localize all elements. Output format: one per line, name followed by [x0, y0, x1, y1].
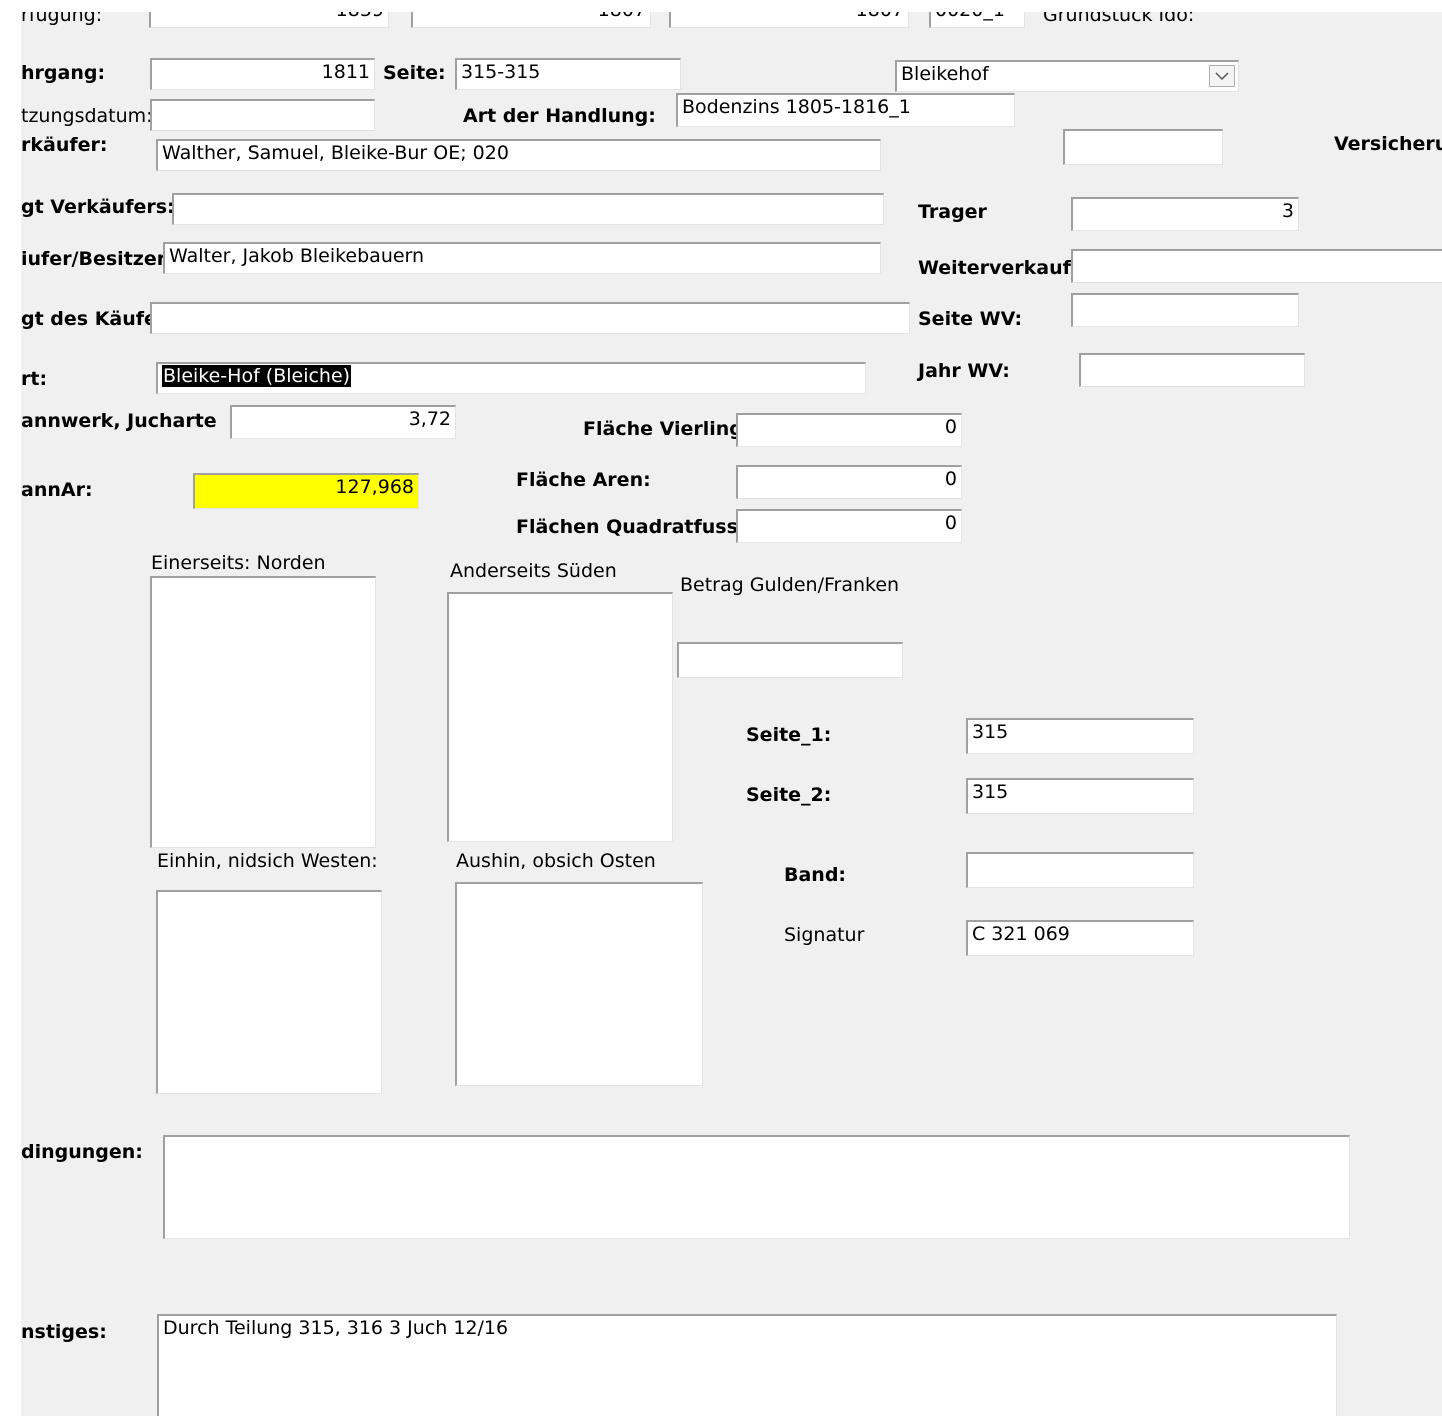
- trager-field[interactable]: 3: [1071, 197, 1299, 231]
- top-field-2[interactable]: 1807: [411, 12, 651, 28]
- form-canvas: rfügung: 1859 1807 1807 0020_1 Grundstüc…: [21, 12, 1442, 1416]
- satzungsdatum-label: tzungsdatum:: [21, 105, 153, 127]
- anderseits-textarea[interactable]: [447, 592, 673, 842]
- seite-label: Seite:: [383, 62, 446, 84]
- art-der-handlung-field[interactable]: Bodenzins 1805-1816_1: [676, 93, 1015, 127]
- flaeche-aren-label: Fläche Aren:: [516, 469, 651, 491]
- kaeufer-field[interactable]: Walter, Jakob Bleikebauern: [163, 242, 881, 274]
- flaechen-quadratfuss-field[interactable]: 0: [736, 509, 962, 543]
- band-label: Band:: [784, 864, 847, 886]
- betrag-label: Betrag Gulden/Franken: [680, 574, 900, 596]
- hof-dropdown[interactable]: Bleikehof: [895, 60, 1239, 92]
- top-field-1[interactable]: 1859: [149, 12, 389, 28]
- top-field-4[interactable]: 0020_1: [929, 12, 1025, 28]
- vogt-verkaeufers-label: gt Verkäufers:: [21, 196, 175, 218]
- seite-wv-label: Seite WV:: [918, 308, 1023, 330]
- hof-dropdown-value: Bleikehof: [901, 63, 989, 85]
- seite-1-field[interactable]: 315: [966, 718, 1194, 754]
- betrag-field[interactable]: [677, 642, 903, 678]
- ort-value: Bleike-Hof (Bleiche): [162, 365, 352, 387]
- mannwerk-field[interactable]: 3,72: [230, 405, 456, 439]
- vogt-kaeufer-field[interactable]: [150, 302, 910, 334]
- flaeche-aren-field[interactable]: 0: [736, 465, 962, 499]
- chevron-down-icon[interactable]: [1209, 65, 1235, 87]
- seite-field[interactable]: 315-315: [455, 58, 681, 90]
- versicherung-field[interactable]: [1063, 129, 1223, 165]
- weiterverkauf-field[interactable]: [1071, 249, 1442, 283]
- art-der-handlung-label: Art der Handlung:: [463, 105, 656, 127]
- vogt-verkaeufers-field[interactable]: [172, 193, 884, 225]
- flaechen-quadratfuss-label: Flächen Quadratfuss: [516, 516, 738, 538]
- signatur-field[interactable]: C 321 069: [966, 920, 1194, 956]
- versicherung-label: Versicherun: [1334, 133, 1442, 155]
- jahr-wv-label: Jahr WV:: [918, 360, 1010, 382]
- aushin-label: Aushin, obsich Osten: [456, 850, 656, 872]
- verkaeufer-label: rkäufer:: [21, 134, 108, 156]
- mannar-field[interactable]: 127,968: [193, 473, 419, 509]
- mannar-label: annAr:: [21, 479, 93, 501]
- flaeche-vierling-label: Fläche Vierling:: [583, 418, 751, 440]
- flaeche-vierling-field[interactable]: 0: [736, 413, 962, 447]
- bedingungen-label: dingungen:: [21, 1141, 143, 1163]
- jahr-wv-field[interactable]: [1079, 353, 1305, 387]
- trager-label: Trager: [918, 201, 987, 223]
- vogt-kaeufer-label: gt des Käufer: [21, 308, 167, 330]
- seite-2-field[interactable]: 315: [966, 778, 1194, 814]
- sonstiges-textarea[interactable]: Durch Teilung 315, 316 3 Juch 12/16: [157, 1314, 1337, 1416]
- satzungsdatum-field[interactable]: [150, 99, 375, 131]
- weiterverkauf-label: Weiterverkauf:: [918, 257, 1079, 279]
- signatur-label: Signatur: [784, 924, 865, 946]
- einerseits-label: Einerseits: Norden: [151, 552, 326, 574]
- seite-1-label: Seite_1:: [746, 724, 832, 746]
- ort-field[interactable]: Bleike-Hof (Bleiche): [156, 362, 866, 394]
- seite-2-label: Seite_2:: [746, 784, 832, 806]
- seite-wv-field[interactable]: [1071, 293, 1299, 327]
- einhin-textarea[interactable]: [156, 890, 382, 1094]
- verfuegung-label: rfügung:: [21, 12, 103, 26]
- grundstueck-label: Grundstück Ido:: [1043, 12, 1195, 26]
- kaeufer-label: iufer/Besitzer:: [21, 248, 174, 270]
- jahrgang-field[interactable]: 1811: [150, 58, 375, 90]
- aushin-textarea[interactable]: [455, 882, 703, 1086]
- band-field[interactable]: [966, 852, 1194, 888]
- einerseits-textarea[interactable]: [150, 576, 376, 848]
- sonstiges-label: nstiges:: [21, 1321, 107, 1343]
- jahrgang-label: hrgang:: [21, 62, 106, 84]
- einhin-label: Einhin, nidsich Westen:: [157, 850, 378, 872]
- verkaeufer-field[interactable]: Walther, Samuel, Bleike-Bur OE; 020: [156, 139, 881, 171]
- top-field-3[interactable]: 1807: [669, 12, 909, 28]
- mannwerk-label: annwerk, Jucharte: [21, 410, 217, 432]
- bedingungen-textarea[interactable]: [163, 1135, 1350, 1239]
- anderseits-label: Anderseits Süden: [450, 560, 617, 582]
- ort-label: rt:: [21, 368, 48, 390]
